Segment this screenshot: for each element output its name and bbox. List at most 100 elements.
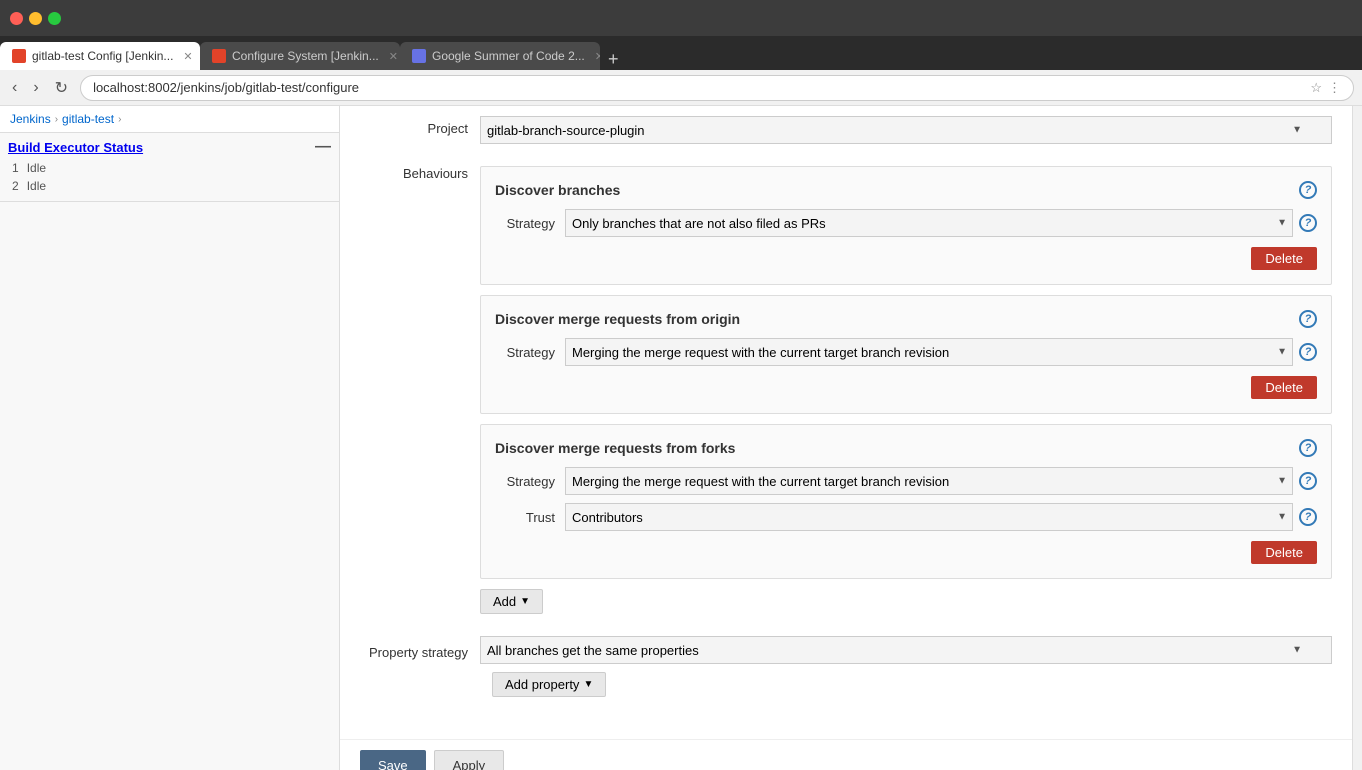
discover-merge-forks-trust-select[interactable]: Contributors Everybody Nobody From users…: [565, 503, 1293, 531]
project-label: Project: [360, 116, 480, 136]
address-icons: ☆ ⋮: [1310, 80, 1341, 96]
build-executor-link[interactable]: Build Executor Status: [8, 140, 143, 155]
form-section: Project gitlab-branch-source-plugin ▼ Be…: [340, 116, 1352, 729]
discover-branches-delete-button[interactable]: Delete: [1251, 247, 1317, 270]
executor-row-1: 1 Idle: [8, 159, 331, 177]
property-strategy-control-area: All branches get the same properties ▼: [480, 636, 1332, 664]
discover-merge-forks-trust-row: Trust Contributors Everybody Nobody From…: [495, 503, 1317, 531]
add-property-button[interactable]: Add property ▼: [492, 672, 606, 697]
breadcrumb-jenkins-link[interactable]: Jenkins: [10, 112, 51, 126]
apply-button[interactable]: Apply: [434, 750, 505, 770]
discover-merge-forks-trust-wrapper: Contributors Everybody Nobody From users…: [565, 503, 1317, 531]
discover-branches-strategy-select[interactable]: Only branches that are not also filed as…: [565, 209, 1293, 237]
address-bar[interactable]: localhost:8002/jenkins/job/gitlab-test/c…: [80, 75, 1354, 101]
behaviours-control-area: Discover branches ? Strategy Only branch…: [480, 156, 1332, 624]
discover-merge-origin-strategy-label: Strategy: [495, 345, 565, 360]
project-row: Project gitlab-branch-source-plugin ▼: [360, 116, 1332, 144]
discover-merge-forks-trust-help-icon[interactable]: ?: [1299, 508, 1317, 526]
minimize-button[interactable]: —: [315, 139, 331, 155]
main-content: Project gitlab-branch-source-plugin ▼ Be…: [340, 106, 1352, 770]
scrollbar[interactable]: [1352, 106, 1362, 770]
property-strategy-select[interactable]: All branches get the same properties: [480, 636, 1332, 664]
discover-branches-strategy-label: Strategy: [495, 216, 565, 231]
bookmark-icon[interactable]: ☆: [1310, 80, 1322, 96]
discover-merge-forks-section: Discover merge requests from forks ? Str…: [480, 424, 1332, 579]
discover-merge-forks-header: Discover merge requests from forks ?: [495, 439, 1317, 457]
url-text: localhost:8002/jenkins/job/gitlab-test/c…: [93, 80, 1310, 95]
discover-merge-origin-delete-button[interactable]: Delete: [1251, 376, 1317, 399]
discover-merge-origin-strategy-row: Strategy Merging the merge request with …: [495, 338, 1317, 366]
app-layout: Jenkins › gitlab-test › Build Executor S…: [0, 106, 1362, 770]
add-property-arrow-icon: ▼: [583, 679, 593, 690]
tab-label-3: Google Summer of Code 2...: [432, 49, 585, 63]
tab-label-1: gitlab-test Config [Jenkin...: [32, 49, 173, 63]
discover-branches-title: Discover branches: [495, 182, 620, 198]
discover-merge-origin-strategy-select[interactable]: Merging the merge request with the curre…: [565, 338, 1293, 366]
add-dropdown-arrow-icon: ▼: [520, 596, 530, 607]
tab-close-2[interactable]: ✕: [389, 50, 398, 63]
executor-status-2: Idle: [27, 179, 46, 193]
browser-tab-2[interactable]: Configure System [Jenkin... ✕: [200, 42, 400, 70]
breadcrumb-sep-2: ›: [118, 114, 121, 125]
forward-button[interactable]: ›: [29, 77, 42, 99]
property-strategy-row: Property strategy All branches get the s…: [360, 636, 1332, 664]
tab-icon-1: [12, 49, 26, 63]
bottom-actions: Save Apply: [340, 739, 1352, 770]
executor-num-2: 2: [12, 179, 19, 193]
discover-merge-forks-help-icon[interactable]: ?: [1299, 439, 1317, 457]
discover-merge-forks-delete-button[interactable]: Delete: [1251, 541, 1317, 564]
menu-icon[interactable]: ⋮: [1328, 80, 1341, 96]
save-button[interactable]: Save: [360, 750, 426, 770]
add-button[interactable]: Add ▼: [480, 589, 543, 614]
tab-icon-2: [212, 49, 226, 63]
discover-merge-origin-header: Discover merge requests from origin ?: [495, 310, 1317, 328]
discover-branches-help-icon[interactable]: ?: [1299, 181, 1317, 199]
sidebar: Jenkins › gitlab-test › Build Executor S…: [0, 106, 340, 770]
project-select-wrapper: gitlab-branch-source-plugin ▼: [480, 116, 1332, 144]
breadcrumb-sep-1: ›: [55, 114, 58, 125]
discover-merge-forks-strategy-row: Strategy Merging the merge request with …: [495, 467, 1317, 495]
add-button-wrapper: Add ▼: [480, 589, 1332, 614]
browser-chrome: [0, 0, 1362, 36]
discover-branches-section: Discover branches ? Strategy Only branch…: [480, 166, 1332, 285]
browser-tab-1[interactable]: gitlab-test Config [Jenkin... ✕: [0, 42, 200, 70]
discover-merge-forks-strategy-help-icon[interactable]: ?: [1299, 472, 1317, 490]
discover-merge-forks-title: Discover merge requests from forks: [495, 440, 735, 456]
discover-branches-strategy-select-wrapper: Only branches that are not also filed as…: [565, 209, 1317, 237]
discover-merge-origin-section: Discover merge requests from origin ? St…: [480, 295, 1332, 414]
address-bar-row: ‹ › ↻ localhost:8002/jenkins/job/gitlab-…: [0, 70, 1362, 106]
new-tab-button[interactable]: +: [600, 49, 627, 70]
tab-close-1[interactable]: ✕: [183, 50, 192, 63]
behaviours-label: Behaviours: [360, 156, 480, 181]
traffic-light-red[interactable]: [10, 12, 23, 25]
discover-merge-origin-strategy-wrapper: Merging the merge request with the curre…: [565, 338, 1317, 366]
discover-merge-forks-strategy-select[interactable]: Merging the merge request with the curre…: [565, 467, 1293, 495]
build-executor-status: Build Executor Status — 1 Idle 2 Idle: [0, 133, 339, 202]
browser-tab-3[interactable]: Google Summer of Code 2... ✕: [400, 42, 600, 70]
property-strategy-label: Property strategy: [360, 640, 480, 660]
discover-merge-origin-title: Discover merge requests from origin: [495, 311, 740, 327]
executor-num-1: 1: [12, 161, 19, 175]
discover-branches-header: Discover branches ?: [495, 181, 1317, 199]
discover-merge-origin-help-icon[interactable]: ?: [1299, 310, 1317, 328]
traffic-light-yellow[interactable]: [29, 12, 42, 25]
add-property-row: Add property ▼: [360, 672, 1332, 697]
traffic-lights: [10, 12, 61, 25]
breadcrumb-gitlabtest-link[interactable]: gitlab-test: [62, 112, 114, 126]
discover-branches-delete-row: Delete: [495, 247, 1317, 270]
back-button[interactable]: ‹: [8, 77, 21, 99]
discover-merge-origin-delete-row: Delete: [495, 376, 1317, 399]
discover-merge-forks-strategy-label: Strategy: [495, 474, 565, 489]
reload-button[interactable]: ↻: [51, 76, 72, 100]
discover-branches-strategy-help-icon[interactable]: ?: [1299, 214, 1317, 232]
project-select[interactable]: gitlab-branch-source-plugin: [480, 116, 1332, 144]
discover-merge-forks-delete-row: Delete: [495, 541, 1317, 564]
tab-icon-3: [412, 49, 426, 63]
discover-merge-forks-strategy-wrapper: Merging the merge request with the curre…: [565, 467, 1317, 495]
project-control-area: gitlab-branch-source-plugin ▼: [480, 116, 1332, 144]
property-strategy-select-wrapper: All branches get the same properties ▼: [480, 636, 1332, 664]
traffic-light-green[interactable]: [48, 12, 61, 25]
add-button-label: Add: [493, 594, 516, 609]
browser-tabs: gitlab-test Config [Jenkin... ✕ Configur…: [0, 36, 1362, 70]
discover-merge-origin-strategy-help-icon[interactable]: ?: [1299, 343, 1317, 361]
